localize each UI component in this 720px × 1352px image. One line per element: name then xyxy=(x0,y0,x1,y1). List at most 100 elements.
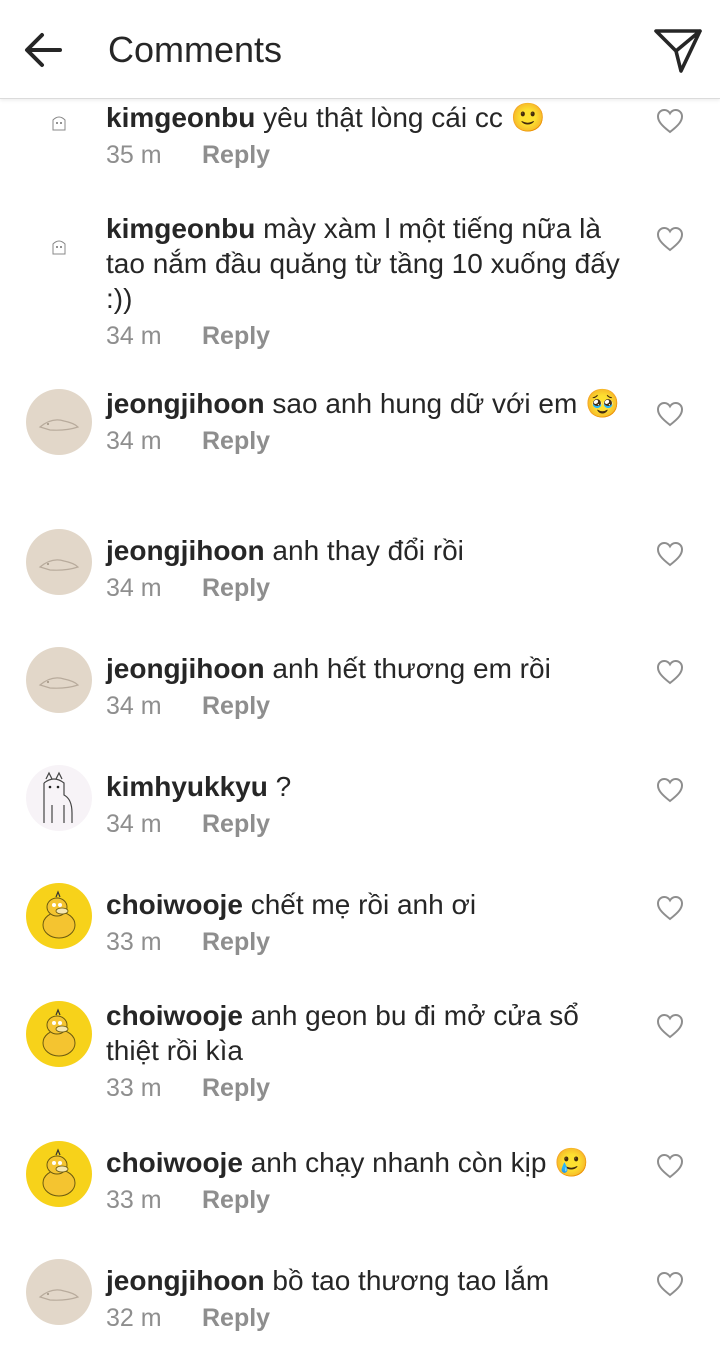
comment-body: kimgeonbu mày xàm l một tiếng nữa là tao… xyxy=(106,211,626,352)
comment-meta: 32 m Reply xyxy=(106,1302,626,1334)
heart-icon xyxy=(656,541,684,567)
comment-message: chết mẹ rồi anh ơi xyxy=(250,889,477,920)
like-button[interactable] xyxy=(656,108,684,134)
comment-timestamp: 34 m xyxy=(106,427,162,455)
heart-icon xyxy=(656,401,684,427)
comment-body: kimhyukkyu ? 34 m Reply xyxy=(106,769,626,840)
reply-button[interactable]: Reply xyxy=(202,692,270,720)
heart-icon xyxy=(656,895,684,921)
arrow-left-icon xyxy=(25,33,62,67)
comment-timestamp: 33 m xyxy=(106,1186,162,1214)
avatar[interactable] xyxy=(26,765,92,831)
top-bar: Comments xyxy=(0,0,720,99)
comment-username[interactable]: choiwooje xyxy=(106,1000,243,1031)
avatar[interactable] xyxy=(44,108,74,138)
comment-text: jeongjihoon anh hết thương em rồi xyxy=(106,651,626,686)
comments-list: kimgeonbu yêu thật lòng cái cc 🙂 35 m Repl… xyxy=(0,0,720,1352)
avatar[interactable] xyxy=(26,883,92,949)
comment-text: jeongjihoon anh thay đổi rồi xyxy=(106,533,626,568)
share-button[interactable] xyxy=(652,24,704,76)
comment-timestamp: 34 m xyxy=(106,322,162,350)
comment-body: jeongjihoon anh thay đổi rồi 34 m Reply xyxy=(106,533,626,604)
avatar[interactable] xyxy=(26,1141,92,1207)
heart-icon xyxy=(656,1271,684,1297)
comment-username[interactable]: choiwooje xyxy=(106,889,243,920)
reply-button[interactable]: Reply xyxy=(202,1304,270,1332)
heart-icon xyxy=(656,659,684,685)
comment-meta: 34 m Reply xyxy=(106,808,626,840)
comment-timestamp: 34 m xyxy=(106,692,162,720)
avatar[interactable] xyxy=(26,1001,92,1067)
like-button[interactable] xyxy=(656,401,684,427)
comment-body: choiwooje anh chạy nhanh còn kịp 🥲 33 m Re… xyxy=(106,1145,626,1216)
comment-meta: 34 m Reply xyxy=(106,425,626,457)
comment-username[interactable]: kimgeonbu xyxy=(106,102,255,133)
comment-body: jeongjihoon sao anh hung dữ với em 🥹 34 m… xyxy=(106,386,626,457)
comment-meta: 34 m Reply xyxy=(106,690,626,722)
comment-text: choiwooje anh chạy nhanh còn kịp 🥲 xyxy=(106,1145,626,1180)
comment-meta: 34 m Reply xyxy=(106,320,626,352)
comment-username[interactable]: kimhyukkyu xyxy=(106,771,268,802)
like-button[interactable] xyxy=(656,1271,684,1297)
comment-meta: 33 m Reply xyxy=(106,926,626,958)
avatar[interactable] xyxy=(44,232,74,262)
reply-button[interactable]: Reply xyxy=(202,322,270,350)
reply-button[interactable]: Reply xyxy=(202,1074,270,1102)
comment-timestamp: 35 m xyxy=(106,141,162,169)
comment-meta: 33 m Reply xyxy=(106,1184,626,1216)
avatar[interactable] xyxy=(26,529,92,595)
avatar[interactable] xyxy=(26,389,92,455)
like-button[interactable] xyxy=(656,895,684,921)
comment-body: jeongjihoon anh hết thương em rồi 34 m Rep… xyxy=(106,651,626,722)
comment-text: jeongjihoon bồ tao thương tao lắm xyxy=(106,1263,626,1298)
comment-username[interactable]: jeongjihoon xyxy=(106,388,265,419)
comment-body: jeongjihoon bồ tao thương tao lắm 32 m Rep… xyxy=(106,1263,626,1334)
reply-button[interactable]: Reply xyxy=(202,141,270,169)
paper-plane-icon xyxy=(654,29,702,73)
comment-username[interactable]: jeongjihoon xyxy=(106,535,265,566)
comment-text: choiwooje anh geon bu đi mở cửa sổ thiệt… xyxy=(106,998,626,1068)
comment-username[interactable]: jeongjihoon xyxy=(106,653,265,684)
reply-button[interactable]: Reply xyxy=(202,810,270,838)
comment-username[interactable]: kimgeonbu xyxy=(106,213,255,244)
comment-text: kimgeonbu mày xàm l một tiếng nữa là tao… xyxy=(106,211,626,316)
comment-text: kimhyukkyu ? xyxy=(106,769,626,804)
like-button[interactable] xyxy=(656,659,684,685)
comment-username[interactable]: choiwooje xyxy=(106,1147,243,1178)
comment-message: bồ tao thương tao lắm xyxy=(272,1265,550,1296)
heart-icon xyxy=(656,1153,684,1179)
avatar[interactable] xyxy=(26,647,92,713)
comment-message: anh hết thương em rồi xyxy=(272,653,551,684)
avatar[interactable] xyxy=(26,1259,92,1325)
reply-button[interactable]: Reply xyxy=(202,1186,270,1214)
comment-timestamp: 32 m xyxy=(106,1304,162,1332)
like-button[interactable] xyxy=(656,777,684,803)
comment-username[interactable]: jeongjihoon xyxy=(106,1265,265,1296)
reply-button[interactable]: Reply xyxy=(202,574,270,602)
comment-message: anh chạy nhanh còn kịp 🥲 xyxy=(250,1147,590,1178)
comment-message: yêu thật lòng cái cc 🙂 xyxy=(263,102,546,133)
comment-timestamp: 33 m xyxy=(106,1074,162,1102)
comment-message: ? xyxy=(275,771,292,802)
comment-message: sao anh hung dữ với em 🥹 xyxy=(272,388,620,419)
like-button[interactable] xyxy=(656,1013,684,1039)
heart-icon xyxy=(656,226,684,252)
like-button[interactable] xyxy=(656,1153,684,1179)
page-title: Comments xyxy=(108,29,283,70)
reply-button[interactable]: Reply xyxy=(202,427,270,455)
back-button[interactable] xyxy=(20,28,64,72)
comment-message: anh thay đổi rồi xyxy=(272,535,464,566)
comment-meta: 34 m Reply xyxy=(106,572,626,604)
comment-text: jeongjihoon sao anh hung dữ với em 🥹 xyxy=(106,386,626,421)
heart-icon xyxy=(656,777,684,803)
comment-timestamp: 34 m xyxy=(106,574,162,602)
comment-meta: 33 m Reply xyxy=(106,1072,626,1104)
comment-timestamp: 34 m xyxy=(106,810,162,838)
comment-timestamp: 33 m xyxy=(106,928,162,956)
like-button[interactable] xyxy=(656,541,684,567)
like-button[interactable] xyxy=(656,226,684,252)
comment-body: choiwooje anh geon bu đi mở cửa sổ thiệt… xyxy=(106,998,626,1104)
reply-button[interactable]: Reply xyxy=(202,928,270,956)
heart-icon xyxy=(656,1013,684,1039)
comment-text: kimgeonbu yêu thật lòng cái cc 🙂 xyxy=(106,100,626,135)
